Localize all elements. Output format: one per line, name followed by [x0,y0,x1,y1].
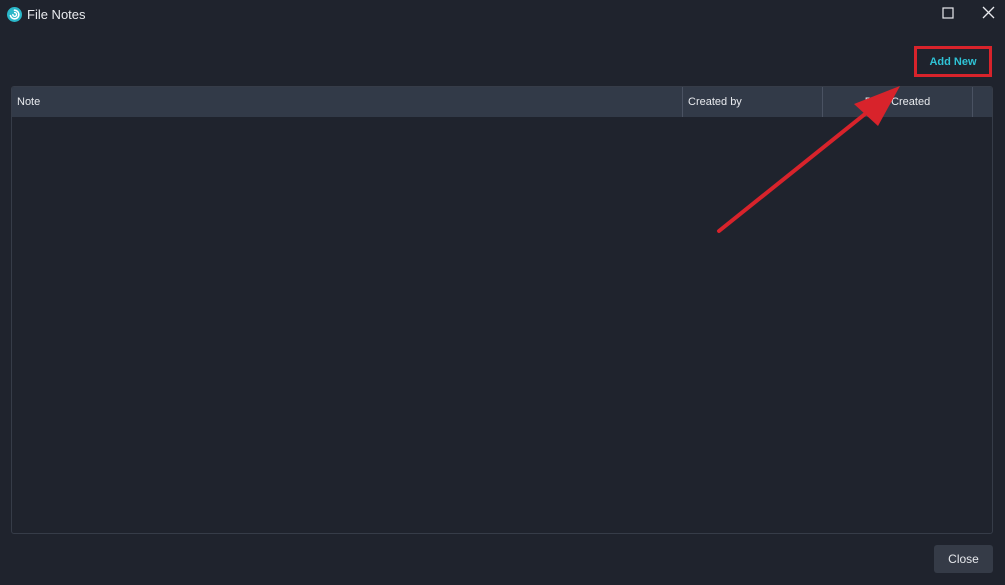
maximize-button[interactable] [928,0,968,29]
window-close-button[interactable] [968,0,1005,29]
maximize-icon [942,6,954,24]
table-body [12,117,992,533]
table-header: Note Created by Date Created [12,87,992,117]
title-bar: File Notes [0,0,1005,29]
close-button[interactable]: Close [934,545,993,573]
window-title: File Notes [27,7,86,22]
file-notes-window: File Notes Add New Note Created by Date … [0,0,1005,585]
column-header-note[interactable]: Note [12,87,682,117]
column-header-date-created[interactable]: Date Created [822,87,972,117]
add-new-button[interactable]: Add New [914,46,992,77]
column-header-extra [972,87,992,117]
app-logo-icon [7,7,22,22]
notes-table: Note Created by Date Created [11,86,993,534]
column-header-created-by[interactable]: Created by [682,87,822,117]
close-icon [982,6,995,24]
